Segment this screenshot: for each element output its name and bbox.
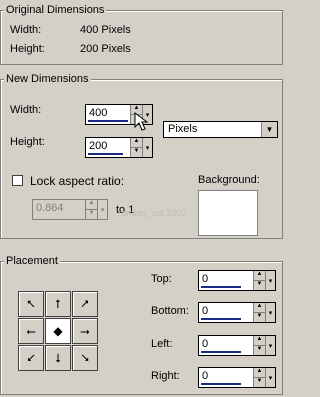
left-spinner[interactable]: ▲ ▼ <box>253 336 265 355</box>
top-value[interactable]: 0 <box>202 273 208 285</box>
unit-selected-value: Pixels <box>168 123 198 135</box>
unit-select[interactable]: Pixels ▼ <box>163 121 278 138</box>
spin-down-icon[interactable]: ▼ <box>254 281 265 290</box>
new-height-label: Height: <box>10 136 45 148</box>
spin-up-icon[interactable]: ▲ <box>254 336 265 346</box>
arrow-s-icon[interactable]: ⭣ <box>45 345 71 371</box>
lock-aspect-label: Lock aspect ratio: <box>30 174 125 188</box>
spin-up-icon[interactable]: ▲ <box>254 271 265 281</box>
left-menu-button[interactable]: ▾ <box>265 336 275 355</box>
spin-down-icon[interactable]: ▼ <box>86 210 97 219</box>
width-value[interactable]: 400 <box>89 107 107 119</box>
right-label: Right: <box>151 370 180 382</box>
height-field[interactable]: 200 ▲ ▼ ▾ <box>85 137 153 158</box>
arrow-ne-icon[interactable]: ⭧ <box>72 291 98 317</box>
bottom-field[interactable]: 0 ▲ ▼ ▾ <box>198 302 276 323</box>
new-dimensions-title: New Dimensions <box>4 73 91 85</box>
original-height-label: Height: <box>10 43 45 55</box>
right-spinner[interactable]: ▲ ▼ <box>253 368 265 387</box>
chevron-down-icon: ▾ <box>100 206 105 214</box>
right-field[interactable]: 0 ▲ ▼ ▾ <box>198 367 276 388</box>
height-menu-button[interactable]: ▾ <box>142 138 152 157</box>
arrow-nw-icon[interactable]: ⭦ <box>18 291 44 317</box>
spin-down-icon[interactable]: ▼ <box>254 378 265 387</box>
watermark-text: timber_cut 2007 <box>122 208 187 218</box>
background-label: Background: <box>198 174 260 186</box>
arrow-e-icon[interactable]: ⭢ <box>72 318 98 344</box>
left-field[interactable]: 0 ▲ ▼ ▾ <box>198 335 276 356</box>
mouse-cursor-icon <box>134 112 149 131</box>
bottom-label: Bottom: <box>151 305 189 317</box>
height-value[interactable]: 200 <box>89 140 107 152</box>
ratio-menu-button[interactable]: ▾ <box>97 200 107 219</box>
spin-down-icon[interactable]: ▼ <box>131 148 142 157</box>
ratio-spinner[interactable]: ▲ ▼ <box>85 200 97 219</box>
chevron-down-icon: ▾ <box>268 374 273 382</box>
placement-title: Placement <box>4 255 60 267</box>
top-label: Top: <box>151 273 172 285</box>
background-color-swatch[interactable] <box>198 190 258 236</box>
arrow-se-icon[interactable]: ⭨ <box>72 345 98 371</box>
bottom-value[interactable]: 0 <box>202 305 208 317</box>
arrow-n-icon[interactable]: ⭡ <box>45 291 71 317</box>
original-dimensions-group <box>0 10 283 65</box>
ratio-value[interactable]: 0.864 <box>36 202 64 214</box>
spin-up-icon[interactable]: ▲ <box>254 303 265 313</box>
original-width-value: 400 Pixels <box>80 24 131 36</box>
arrow-w-icon[interactable]: ⭠ <box>18 318 44 344</box>
right-value[interactable]: 0 <box>202 370 208 382</box>
top-spinner[interactable]: ▲ ▼ <box>253 271 265 290</box>
chevron-down-icon: ▾ <box>268 309 273 317</box>
original-dimensions-title: Original Dimensions <box>4 4 107 16</box>
original-height-value: 200 Pixels <box>80 43 131 55</box>
chevron-down-icon: ▾ <box>268 277 273 285</box>
spin-up-icon[interactable]: ▲ <box>86 200 97 210</box>
center-dot-icon[interactable]: ◆ <box>45 318 71 344</box>
height-spinner[interactable]: ▲ ▼ <box>130 138 142 157</box>
spin-down-icon[interactable]: ▼ <box>254 313 265 322</box>
lock-aspect-checkbox[interactable] <box>12 175 23 186</box>
anchor-grid: ⭦ ⭡ ⭧ ⭠ ◆ ⭢ ⭩ ⭣ ⭨ <box>18 291 100 373</box>
chevron-down-icon[interactable]: ▼ <box>261 122 277 137</box>
top-field[interactable]: 0 ▲ ▼ ▾ <box>198 270 276 291</box>
left-value[interactable]: 0 <box>202 338 208 350</box>
spin-up-icon[interactable]: ▲ <box>254 368 265 378</box>
new-width-label: Width: <box>10 104 42 116</box>
bottom-spinner[interactable]: ▲ ▼ <box>253 303 265 322</box>
arrow-sw-icon[interactable]: ⭩ <box>18 345 44 371</box>
top-menu-button[interactable]: ▾ <box>265 271 275 290</box>
spin-down-icon[interactable]: ▼ <box>254 346 265 355</box>
chevron-down-icon: ▾ <box>268 342 273 350</box>
chevron-down-icon: ▾ <box>145 144 150 152</box>
ratio-field[interactable]: 0.864 ▲ ▼ ▾ <box>32 199 108 220</box>
spin-up-icon[interactable]: ▲ <box>131 138 142 148</box>
original-width-label: Width: <box>10 24 42 36</box>
bottom-menu-button[interactable]: ▾ <box>265 303 275 322</box>
left-label: Left: <box>151 338 173 350</box>
right-menu-button[interactable]: ▾ <box>265 368 275 387</box>
